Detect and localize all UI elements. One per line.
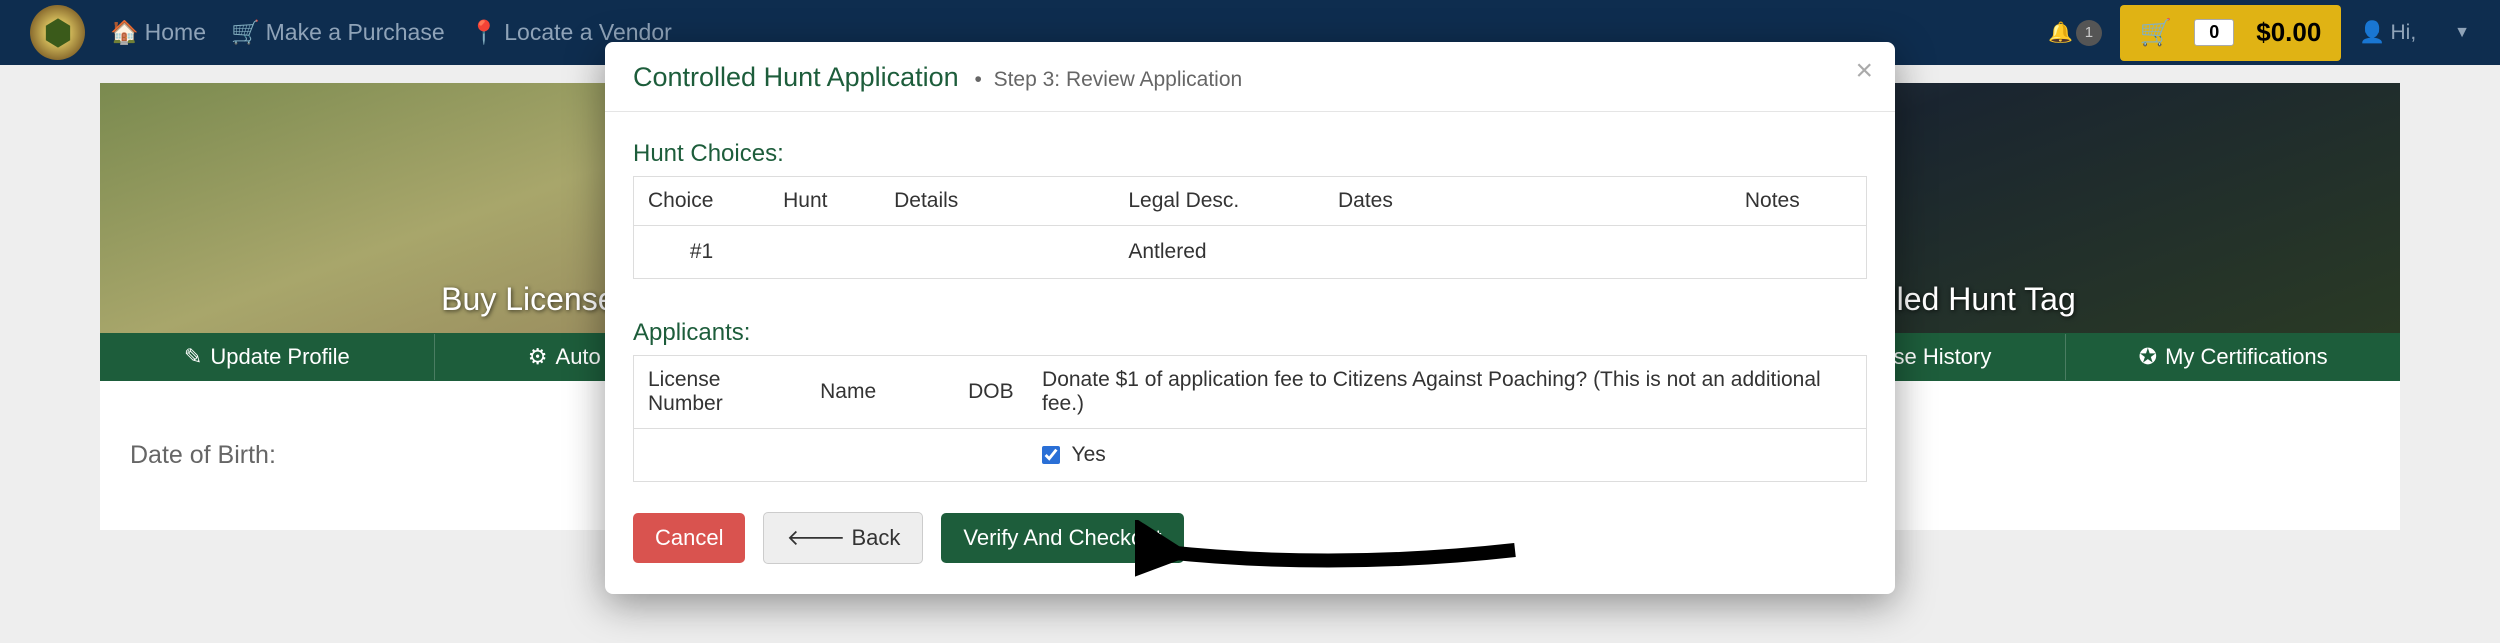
cell-notes [1731, 226, 1867, 279]
col-name: Name [806, 356, 954, 429]
nav-home-label: Home [145, 19, 206, 46]
bell-icon: 🔔 [2048, 20, 2073, 45]
modal-title: Controlled Hunt Application [633, 62, 959, 93]
modal-footer: Cancel 🡐 Back Verify And Checkout [605, 492, 1895, 594]
user-greet-label: Hi, [2390, 21, 2416, 45]
cell-hunt [769, 226, 880, 279]
subnav-update-profile[interactable]: ✎ Update Profile [100, 334, 435, 380]
cell-dates [1324, 226, 1731, 279]
cart-icon: 🛒 [2140, 17, 2172, 48]
col-dates: Dates [1324, 177, 1731, 226]
col-license: License Number [634, 356, 807, 429]
chevron-down-icon[interactable]: ▼ [2454, 24, 2470, 42]
verify-label: Verify And Checkout [963, 525, 1161, 551]
home-icon: 🏠 [110, 19, 139, 46]
donate-yes-label: Yes [1072, 443, 1106, 466]
cell-license [634, 429, 807, 482]
col-dob: DOB [954, 356, 1028, 429]
col-hunt: Hunt [769, 177, 880, 226]
cell-details [880, 226, 1114, 279]
cell-dob [954, 429, 1028, 482]
edit-icon: ✎ [184, 344, 202, 370]
modal-header: Controlled Hunt Application • Step 3: Re… [605, 42, 1895, 112]
notifications-count: 1 [2076, 20, 2102, 46]
hunt-choices-table: Choice Hunt Details Legal Desc. Dates No… [633, 176, 1867, 279]
user-menu[interactable]: 👤 Hi, [2359, 21, 2416, 45]
notifications-button[interactable]: 🔔 1 [2048, 20, 2102, 46]
state-logo[interactable] [30, 5, 85, 60]
col-notes: Notes [1731, 177, 1867, 226]
back-label: Back [851, 525, 900, 551]
close-icon: × [1855, 54, 1873, 87]
modal-step-label: • Step 3: Review Application [969, 68, 1243, 92]
cell-choice: #1 [634, 226, 770, 279]
subnav-update-profile-label: Update Profile [210, 344, 349, 370]
col-choice: Choice [634, 177, 770, 226]
badge-icon: ✪ [2139, 344, 2157, 370]
table-row: #1 Antlered [634, 226, 1867, 279]
review-application-modal: Controlled Hunt Application • Step 3: Re… [605, 42, 1895, 594]
user-icon: 👤 [2359, 21, 2385, 45]
hunt-choices-heading: Hunt Choices: [633, 140, 1867, 168]
nav-home-link[interactable]: 🏠 Home [110, 19, 206, 46]
col-donate: Donate $1 of application fee to Citizens… [1028, 356, 1866, 429]
table-row: Yes [634, 429, 1867, 482]
cancel-button[interactable]: Cancel [633, 513, 745, 563]
cell-donate: Yes [1028, 429, 1866, 482]
col-legal: Legal Desc. [1114, 177, 1324, 226]
cancel-label: Cancel [655, 525, 723, 551]
nav-right: 🔔 1 🛒 0 $0.00 👤 Hi, ▼ [2048, 5, 2470, 61]
subnav-certifications[interactable]: ✪ My Certifications [2066, 334, 2400, 380]
subnav-certifications-label: My Certifications [2165, 344, 2328, 370]
applicants-table: License Number Name DOB Donate $1 of app… [633, 355, 1867, 482]
arrow-left-icon: 🡐 [786, 525, 845, 551]
col-details: Details [880, 177, 1114, 226]
cell-name [806, 429, 954, 482]
gear-icon: ⚙ [528, 344, 548, 370]
nav-purchase-link[interactable]: 🛒 Make a Purchase [231, 19, 445, 46]
map-pin-icon: 📍 [470, 19, 499, 46]
nav-purchase-label: Make a Purchase [266, 19, 445, 46]
applicants-heading: Applicants: [633, 319, 1867, 347]
cart-total: $0.00 [2256, 17, 2321, 48]
cell-legal: Antlered [1114, 226, 1324, 279]
cart-button[interactable]: 🛒 0 $0.00 [2120, 5, 2341, 61]
cart-item-count: 0 [2194, 19, 2234, 46]
verify-and-checkout-button[interactable]: Verify And Checkout [941, 513, 1183, 563]
donate-checkbox[interactable] [1042, 446, 1060, 464]
modal-close-button[interactable]: × [1855, 54, 1873, 88]
cart-icon: 🛒 [231, 19, 260, 46]
back-button[interactable]: 🡐 Back [763, 512, 923, 564]
modal-body: Hunt Choices: Choice Hunt Details Legal … [605, 112, 1895, 492]
nav-left: 🏠 Home 🛒 Make a Purchase 📍 Locate a Vend… [30, 5, 672, 60]
